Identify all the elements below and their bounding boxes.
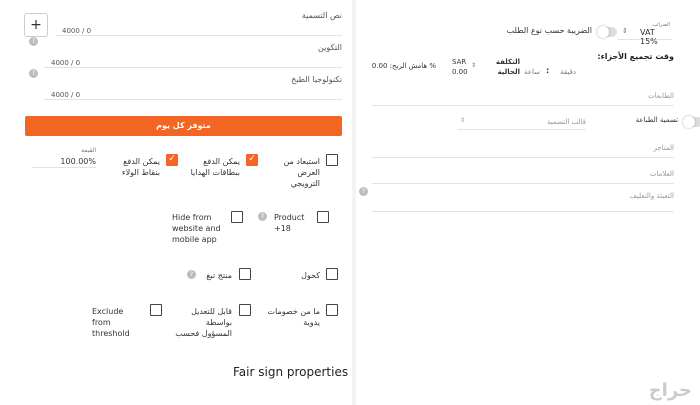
hide-web-checkbox[interactable]	[231, 211, 243, 223]
hour-label: ساعة	[524, 68, 540, 76]
help-icon[interactable]: ?	[359, 187, 368, 196]
packaging-field[interactable]: التعبئة والتغليف	[372, 188, 674, 212]
sold-product-checkbox[interactable]	[239, 268, 251, 280]
help-icon[interactable]: ?	[29, 69, 38, 78]
tax-by-order-label: الضريبة حسب نوع الطلب	[506, 26, 592, 35]
product18-checkbox[interactable]	[317, 211, 329, 223]
manual-discount-checkbox[interactable]	[326, 304, 338, 316]
section-title: Fair sign properties	[233, 365, 349, 379]
label-template-select[interactable]: قالب التسمية ⇕	[458, 114, 586, 130]
cost-amount: 0.00	[452, 68, 468, 76]
cooking-tech-field[interactable]	[44, 84, 342, 100]
exclude-threshold-label: Exclude from threshold	[92, 307, 130, 338]
ingredients-counter: 4000 / 0	[51, 59, 81, 67]
chevron-updown-icon[interactable]: ⇕	[471, 62, 476, 69]
exclude-promo-label: استبعاد من العرض الترويجي	[283, 157, 320, 188]
margin-label: % هامش الربح: 0.00	[371, 62, 436, 70]
cost-currency: SAR	[452, 58, 467, 66]
cooking-tech-counter: 4000 / 0	[51, 91, 81, 99]
cooking-tech-label: تكنولوجيا الطبخ	[291, 75, 342, 84]
exclude-threshold-checkbox[interactable]	[150, 304, 162, 316]
gift-cards-label: يمكن الدفع ببطاقات الهدايا	[190, 157, 240, 177]
add-button[interactable]: +	[24, 13, 48, 37]
loyalty-checkbox[interactable]: ✓	[166, 154, 178, 166]
chevron-updown-icon: ⇕	[622, 27, 628, 35]
name-text-label: نص التسمية	[301, 11, 342, 20]
product18-label: Product +18	[274, 213, 305, 233]
ingredients-field[interactable]	[44, 52, 342, 68]
minute-label: دقيقة	[560, 68, 576, 76]
stations-label: الطابعات	[647, 92, 674, 100]
name-text-field[interactable]	[56, 20, 342, 36]
help-icon[interactable]: ?	[258, 212, 267, 221]
loyalty-label: يمكن الدفع بنقاط الولاء	[121, 157, 160, 177]
value-label: القيمة	[80, 147, 96, 154]
gift-cards-checkbox[interactable]: ✓	[246, 154, 258, 166]
sold-product-label: منتج تبغ	[206, 271, 232, 280]
value-input[interactable]: 100.00%	[32, 154, 96, 168]
vat-value: VAT 15%	[640, 28, 658, 46]
stores-field[interactable]: المتاجر	[372, 136, 674, 158]
watermark-logo: حراج	[648, 380, 692, 401]
available-every-day-button[interactable]: متوفر كل يوم	[25, 116, 342, 136]
chevron-updown-icon: ⇕	[460, 117, 466, 124]
editable-label: قابل للتعديل بواسطة المسؤول فحسب	[175, 307, 232, 338]
help-icon[interactable]: ?	[29, 37, 38, 46]
tags-field[interactable]: العلامات	[372, 162, 674, 184]
hide-web-label: Hide from website and mobile app	[172, 213, 221, 244]
alcohol-checkbox[interactable]	[326, 268, 338, 280]
name-text-counter: 4000 / 0	[62, 27, 92, 35]
cost-label: التكلفة الحالية	[495, 58, 520, 76]
tax-by-order-toggle[interactable]	[597, 26, 617, 38]
manual-discount-label: ما من خصومات يدوية	[267, 307, 320, 327]
packaging-label: التعبئة والتغليف	[629, 192, 674, 200]
ingredients-label: التكوين	[318, 43, 342, 52]
alcohol-label: كحول	[301, 271, 320, 280]
print-label-toggle[interactable]	[683, 116, 700, 128]
help-icon[interactable]: ?	[187, 270, 196, 279]
assembly-time-label: وقت تجميع الأجزاء:	[597, 52, 674, 61]
stores-label: المتاجر	[653, 144, 674, 152]
editable-checkbox[interactable]	[239, 304, 251, 316]
vat-select[interactable]: VAT 15% ⇕	[618, 26, 672, 46]
exclude-promo-checkbox[interactable]	[326, 154, 338, 166]
tags-label: العلامات	[649, 170, 674, 178]
plus-icon: +	[30, 17, 42, 33]
print-label-text: تسمية الطباعة	[635, 116, 678, 124]
value-amount: 100.00%	[60, 157, 96, 166]
stations-field[interactable]: الطابعات	[372, 84, 674, 106]
label-template-placeholder: قالب التسمية	[546, 118, 586, 126]
time-separator: :	[546, 66, 550, 75]
